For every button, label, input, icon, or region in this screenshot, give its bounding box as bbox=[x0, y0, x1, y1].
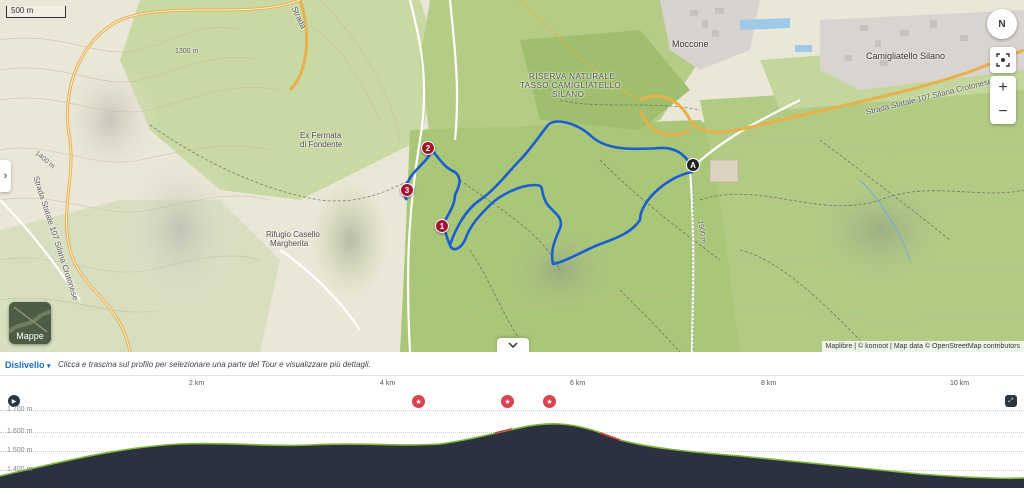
place-ex-fermata-line2: di Fondente bbox=[300, 140, 343, 149]
waypoint-marker-3[interactable]: 3 bbox=[400, 183, 414, 197]
zoom-in-button[interactable]: + bbox=[990, 76, 1016, 100]
place-moccone: Moccone bbox=[672, 39, 709, 49]
waypoint-marker-2[interactable]: 2 bbox=[421, 141, 435, 155]
scale-bar: 500 m bbox=[6, 6, 66, 18]
map-layers-button[interactable]: Mappe bbox=[9, 302, 51, 344]
place-rifugio-line2: Margherita bbox=[270, 239, 309, 248]
locate-icon bbox=[996, 53, 1010, 67]
collapse-map-button[interactable] bbox=[497, 338, 529, 352]
place-rifugio-line1: Rifugio Casello bbox=[266, 230, 320, 239]
place-camigliatello: Camigliatello Silano bbox=[866, 51, 946, 61]
elevation-tick-1600: 1.600 m bbox=[7, 428, 33, 435]
waypoint-marker-1[interactable]: 1 bbox=[435, 219, 449, 233]
zoom-control: + − bbox=[990, 76, 1016, 124]
chevron-down-icon bbox=[508, 342, 518, 348]
map-attribution: Maplibre | © komoot | Map data © OpenStr… bbox=[821, 341, 1024, 352]
contour-label-1300: 1300 m bbox=[175, 48, 199, 55]
elevation-chart[interactable] bbox=[0, 352, 1024, 495]
side-panel-toggle[interactable]: › bbox=[0, 160, 11, 192]
start-marker[interactable]: A bbox=[686, 158, 700, 172]
zoom-out-button[interactable]: − bbox=[990, 100, 1016, 124]
locate-button[interactable] bbox=[990, 47, 1016, 73]
elevation-tick-1500: 1.500 m bbox=[7, 447, 33, 454]
layers-label: Mappe bbox=[16, 331, 44, 341]
map-canvas[interactable]: 500 m Moccone Camigliatello Silano RISER… bbox=[0, 0, 1024, 352]
place-riserva-line1: RISERVA NATURALE bbox=[529, 72, 616, 81]
elevation-tick-1400: 1.400 m bbox=[7, 466, 33, 473]
elevation-area bbox=[0, 423, 1024, 488]
elevation-tick-1700: 1.700 m bbox=[7, 406, 33, 413]
place-riserva-line3: SILANO bbox=[552, 90, 585, 99]
compass-button[interactable]: N bbox=[987, 9, 1017, 39]
place-ex-fermata-line1: Ex Fermata bbox=[300, 131, 342, 140]
place-riserva-line2: TASSO CAMIGLIATELLO bbox=[520, 81, 622, 90]
compass-north-label: N bbox=[998, 18, 1006, 30]
elevation-profile-panel: Dislivello ▾ Clicca e trascina sul profi… bbox=[0, 352, 1024, 495]
